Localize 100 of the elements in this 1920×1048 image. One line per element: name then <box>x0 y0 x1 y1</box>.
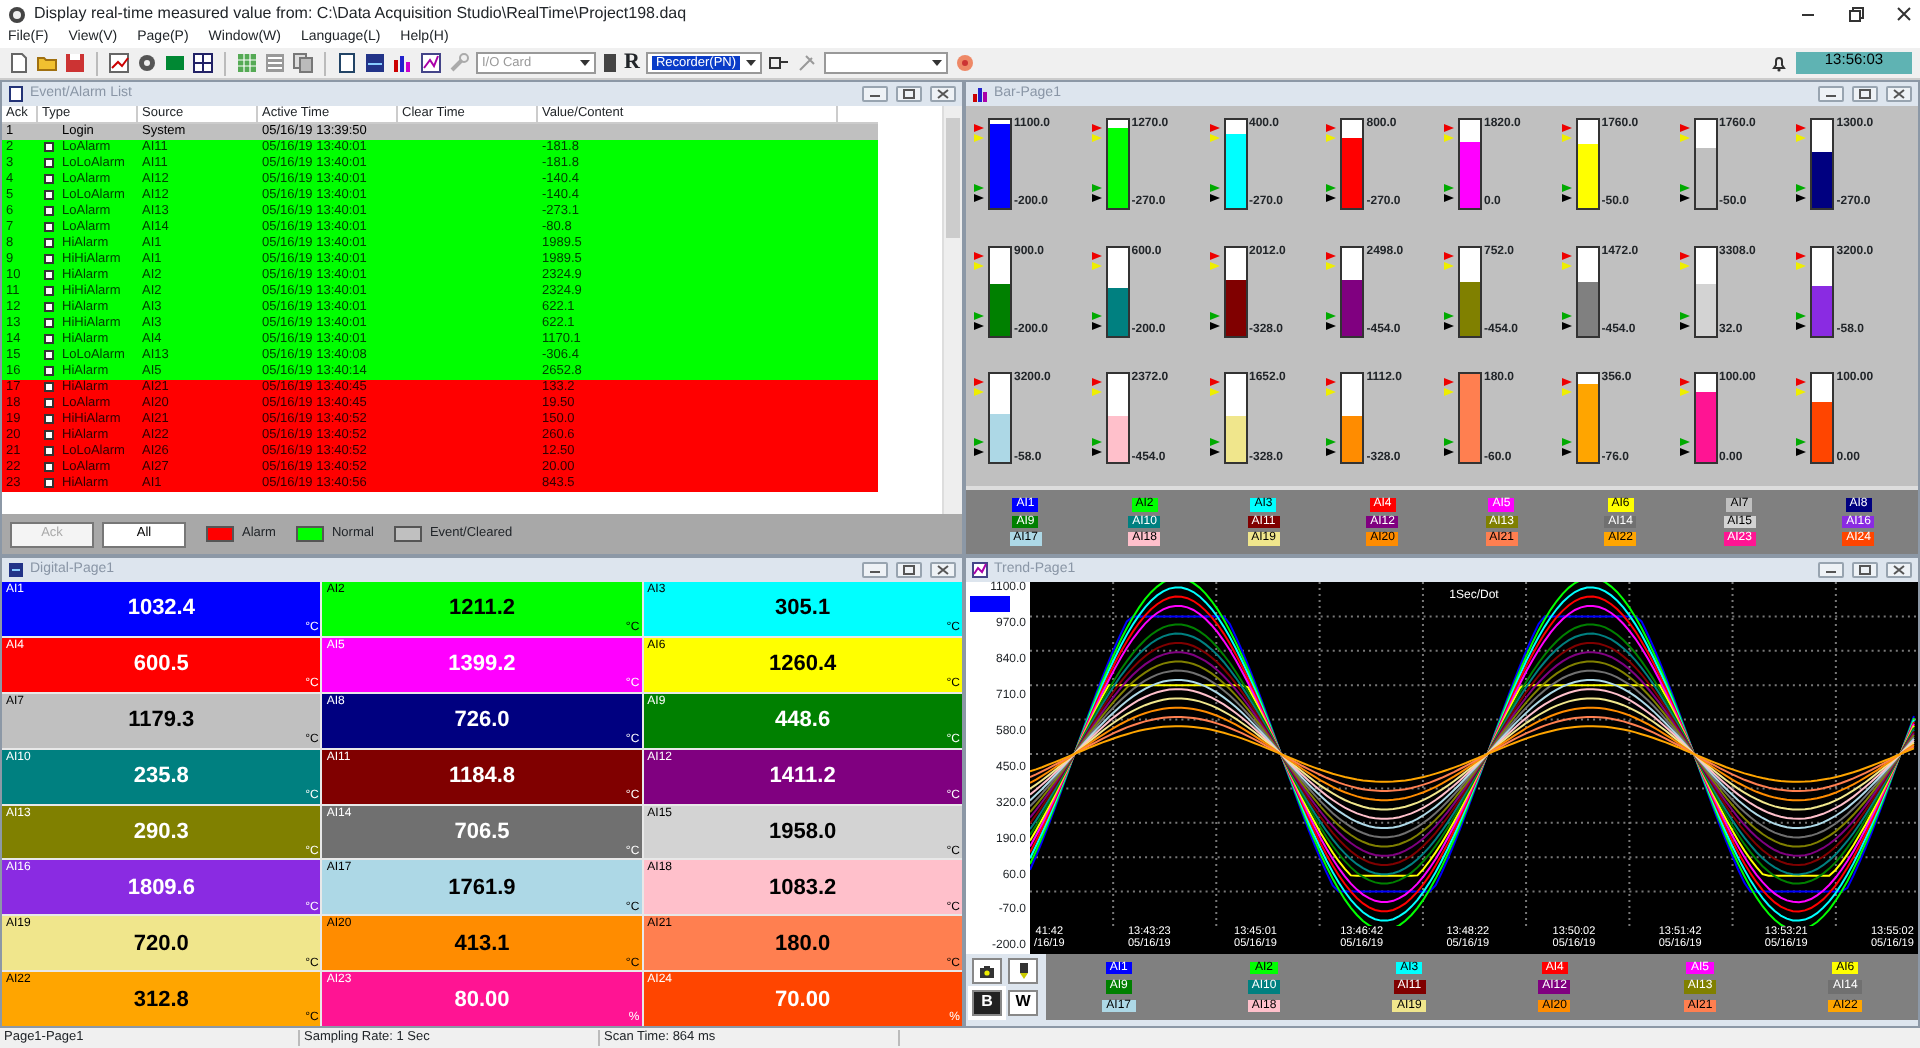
readout-value: 1260.4 <box>768 652 837 677</box>
recorder-mark: R <box>624 50 640 76</box>
readout-value: 1211.2 <box>448 596 516 621</box>
close-button[interactable] <box>930 86 956 102</box>
readout-value: 1411.2 <box>769 764 836 789</box>
readout-value: 720.0 <box>133 931 189 956</box>
ack-checkbox[interactable] <box>44 414 54 425</box>
scrollbar[interactable] <box>942 106 962 514</box>
caret-icon <box>743 56 758 70</box>
close-button[interactable] <box>1886 86 1912 102</box>
pen-color-swatch <box>970 596 1010 612</box>
close-icon[interactable] <box>1896 6 1912 22</box>
empty-dropdown[interactable] <box>823 52 948 74</box>
display-icon[interactable] <box>364 52 386 74</box>
caret-icon <box>929 56 944 70</box>
bar-chart-icon <box>972 86 988 102</box>
ack-checkbox[interactable] <box>44 382 54 393</box>
save-icon[interactable] <box>64 52 86 74</box>
readout-value: 600.5 <box>133 652 189 677</box>
readout-value: 448.6 <box>775 708 831 733</box>
readout-value: 1179.3 <box>128 708 195 733</box>
readout-value: 1032.4 <box>127 596 195 621</box>
ack-checkbox[interactable] <box>44 238 54 249</box>
chart-icon[interactable] <box>108 52 130 74</box>
readout-value: 413.1 <box>454 931 510 956</box>
readout-value: 1083.2 <box>768 875 837 900</box>
maximize-icon <box>1856 88 1874 100</box>
readout-value: 706.5 <box>454 819 510 844</box>
camera-button[interactable] <box>972 958 1002 984</box>
ack-checkbox[interactable] <box>44 270 54 281</box>
ack-checkbox[interactable] <box>44 222 54 233</box>
readout-value: 305.1 <box>775 596 831 621</box>
minimize-button[interactable] <box>862 86 888 102</box>
grid-icon[interactable] <box>236 52 258 74</box>
ack-checkbox[interactable] <box>44 286 54 297</box>
ack-checkbox[interactable] <box>44 398 54 409</box>
readout-value: 180.0 <box>775 931 831 956</box>
restore-icon[interactable] <box>1848 6 1864 22</box>
pen-icon <box>1015 962 1031 980</box>
maximize-button[interactable] <box>896 562 922 578</box>
ack-checkbox[interactable] <box>44 446 54 457</box>
close-icon <box>1890 88 1908 100</box>
readout-value: 1761.9 <box>448 875 516 900</box>
maximize-button[interactable] <box>1852 86 1878 102</box>
window-title: Display real-time measured value from: C:\Data Acquisition Studio\RealTime\Project198.daq <box>34 5 687 23</box>
list-icon[interactable] <box>264 52 286 74</box>
readout-value: 80.00 <box>454 987 510 1012</box>
ack-checkbox[interactable] <box>44 302 54 313</box>
close-button[interactable] <box>930 562 956 578</box>
maximize-button[interactable] <box>896 86 922 102</box>
digital-display-icon <box>8 562 24 578</box>
readout-value: 1184.8 <box>448 764 516 789</box>
ack-checkbox[interactable] <box>44 142 54 153</box>
readout-value: 1809.6 <box>127 875 195 900</box>
color-mode-button[interactable]: B <box>972 989 1002 1015</box>
maximize-icon <box>900 88 918 100</box>
ack-checkbox[interactable] <box>44 478 54 489</box>
readout-value: 312.8 <box>133 987 189 1012</box>
ack-checkbox[interactable] <box>44 158 54 169</box>
close-icon <box>934 88 952 100</box>
folder-icon[interactable] <box>36 52 58 74</box>
bars-icon[interactable] <box>392 52 414 74</box>
readout-value: 290.3 <box>133 819 189 844</box>
bell-icon[interactable] <box>1770 54 1788 72</box>
readout-value: 726.0 <box>454 708 510 733</box>
ack-checkbox[interactable] <box>44 318 54 329</box>
ack-checkbox[interactable] <box>44 206 54 217</box>
maximize-icon <box>1856 564 1874 576</box>
color-mode-button[interactable]: W <box>1008 989 1038 1015</box>
list-window-icon <box>8 86 24 102</box>
ack-checkbox[interactable] <box>44 430 54 441</box>
readout-value: 235.8 <box>133 764 189 789</box>
trend-icon[interactable] <box>420 52 442 74</box>
readout-value: 70.00 <box>775 987 831 1012</box>
readout-value: 1958.0 <box>768 819 837 844</box>
close-button[interactable] <box>1886 562 1912 578</box>
trend-chart-icon <box>972 562 988 578</box>
maximize-icon <box>900 564 918 576</box>
minimize-button[interactable] <box>862 562 888 578</box>
ack-checkbox[interactable] <box>44 334 54 345</box>
ack-checkbox[interactable] <box>44 190 54 201</box>
window-icon[interactable] <box>192 52 214 74</box>
minimize-button[interactable] <box>1818 86 1844 102</box>
ack-checkbox[interactable] <box>44 366 54 377</box>
copy-icon[interactable] <box>292 52 314 74</box>
ack-checkbox[interactable] <box>44 462 54 473</box>
caret-icon <box>578 56 592 70</box>
pen-button[interactable] <box>1008 958 1038 984</box>
app-logo-icon <box>8 5 26 23</box>
ack-checkbox[interactable] <box>44 174 54 185</box>
maximize-button[interactable] <box>1852 562 1878 578</box>
camera-icon <box>977 963 997 979</box>
readout-value: 1399.2 <box>448 652 516 677</box>
close-icon <box>1890 564 1908 576</box>
document-icon[interactable] <box>8 52 30 74</box>
panel-icon[interactable] <box>336 52 358 74</box>
minimize-button[interactable] <box>1818 562 1844 578</box>
close-icon <box>934 564 952 576</box>
ack-checkbox[interactable] <box>44 350 54 361</box>
ack-checkbox[interactable] <box>44 254 54 265</box>
